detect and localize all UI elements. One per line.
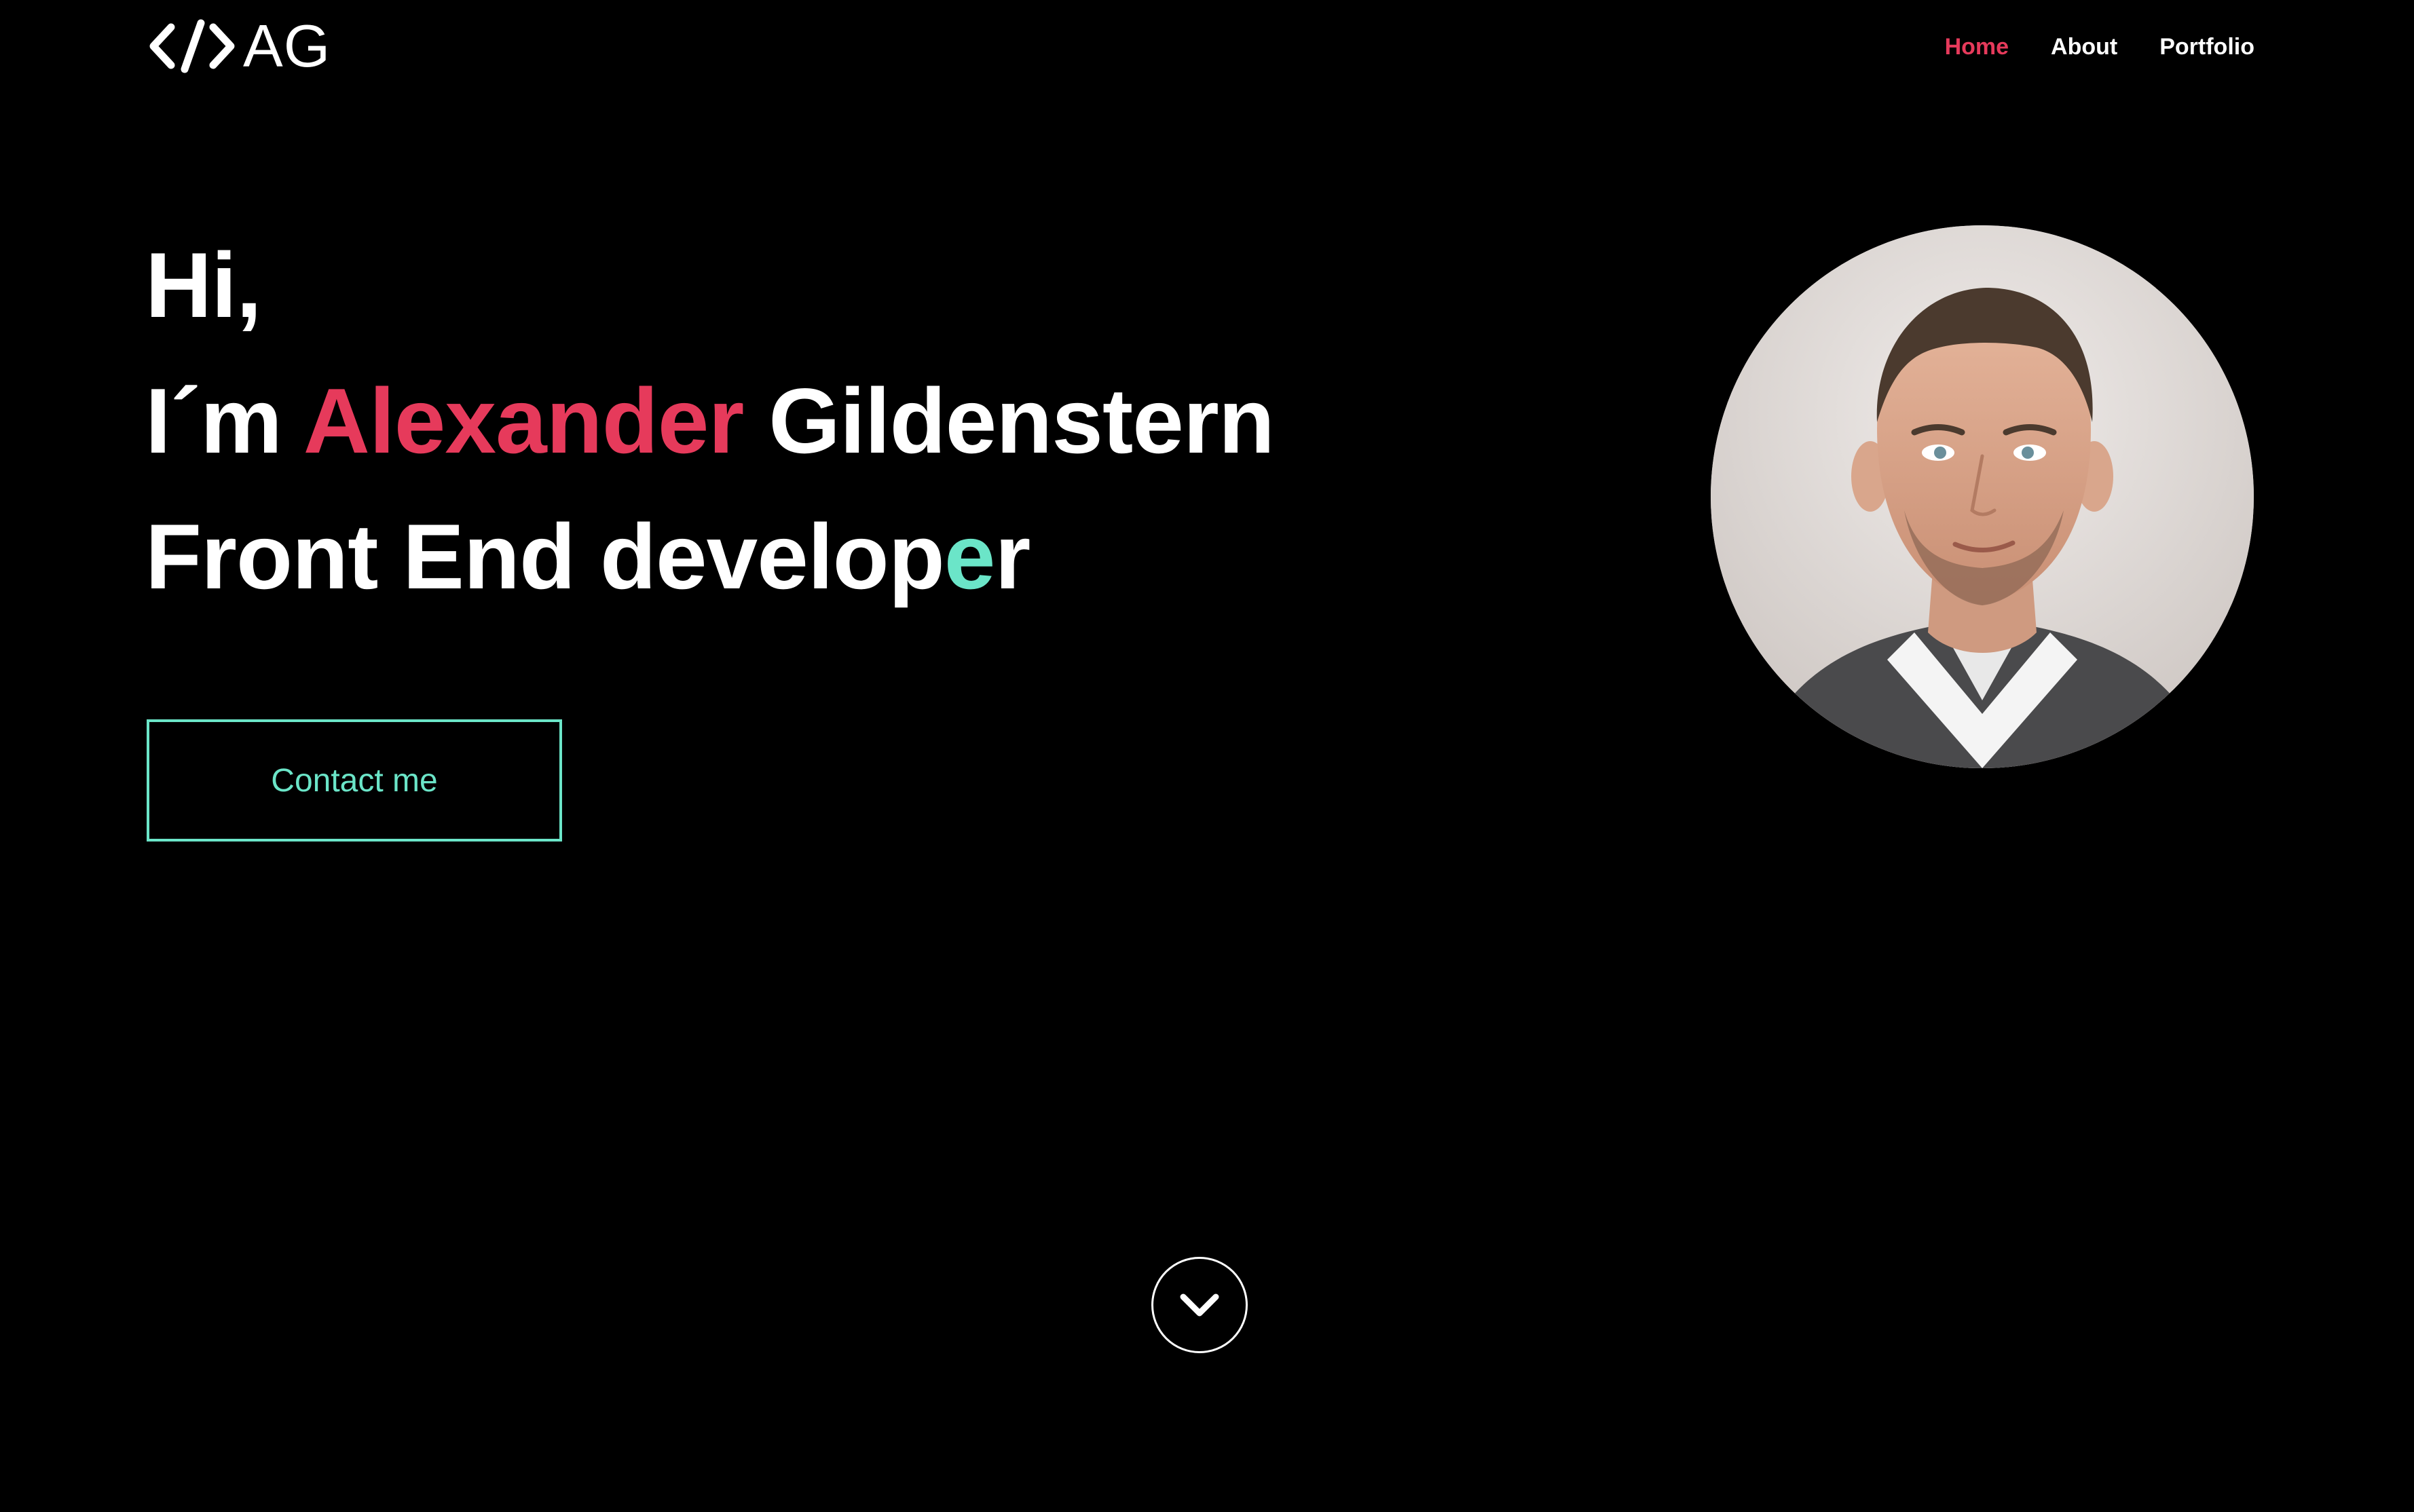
intro-prefix: I´m [145,369,282,472]
code-brackets-icon [149,19,235,73]
role-start: Front End develop [145,505,945,608]
greeting: Hi, [145,233,262,337]
last-name: Gildenstern [768,369,1275,472]
nav-item-home[interactable]: Home [1945,30,2009,64]
nav-item-portfolio[interactable]: Portfolio [2159,30,2254,64]
site-header: AG Home About Portfolio [0,0,2414,95]
main-nav: Home About Portfolio [1945,30,2254,64]
scroll-down-button[interactable] [1151,1257,1248,1353]
role-cursor-letter: e [944,505,996,608]
profile-portrait-illustration [1711,225,2254,768]
logo-text: AG [243,12,331,79]
nav-item-about[interactable]: About [2051,30,2117,64]
role-end: r [995,505,1030,608]
intro-line: I´m Alexander Gildenstern [145,353,1275,489]
role-line: Front End developer [145,489,1274,624]
contact-me-button[interactable]: Contact me [147,719,562,842]
hero-heading: Hi, I´m Alexander Gildenstern Front End … [145,217,1275,624]
chevron-down-icon [1180,1293,1219,1317]
logo[interactable]: AG [148,16,331,76]
profile-photo [1711,225,2254,768]
first-name: Alexander [303,369,745,472]
